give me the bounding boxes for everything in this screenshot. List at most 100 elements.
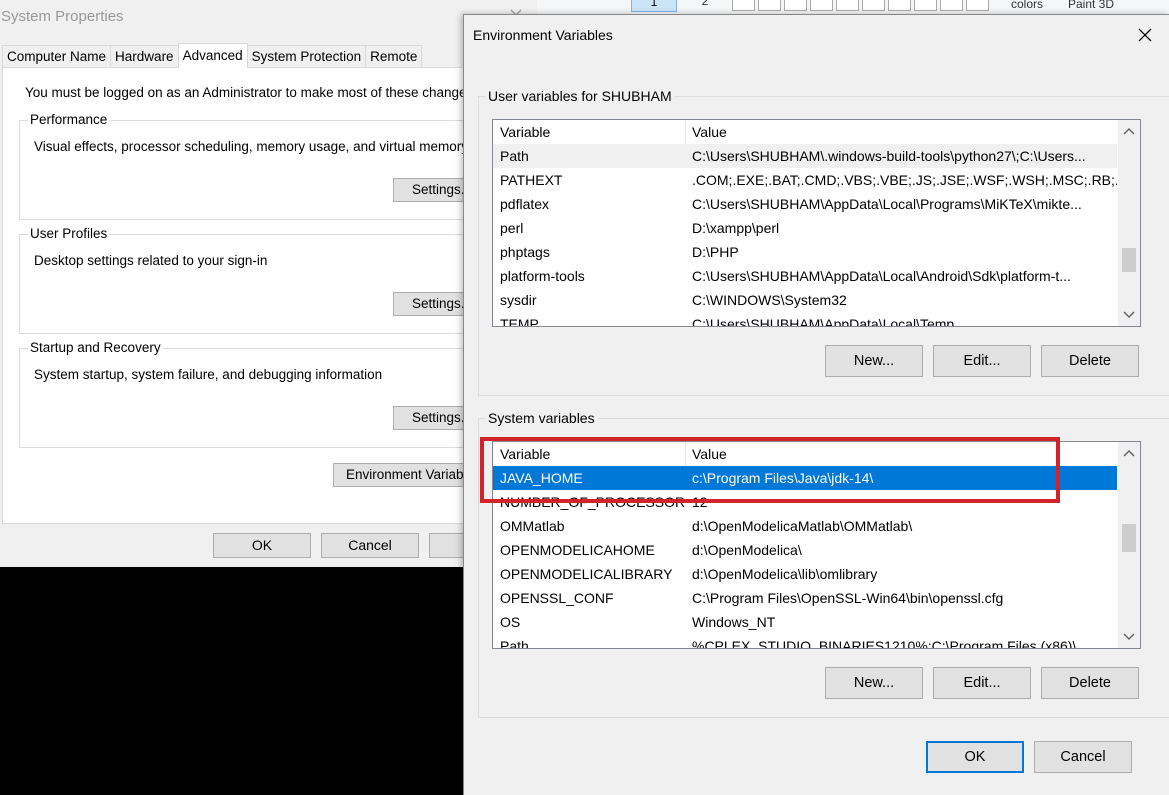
value-cell: D:\xampp\perl: [692, 220, 780, 236]
table-row[interactable]: Path C:\Users\SHUBHAM\.windows-build-tool…: [493, 144, 1117, 168]
user-variables-list[interactable]: Variable Value Path C:\Users\SHUBHAM\.win…: [492, 119, 1141, 327]
scroll-down-icon[interactable]: [1122, 629, 1136, 643]
sysprops-ok-button[interactable]: OK: [213, 533, 311, 558]
table-row[interactable]: OS Windows_NT: [493, 610, 1117, 634]
startup-recovery-title: Startup and Recovery: [28, 340, 163, 356]
color-swatch[interactable]: [940, 0, 963, 11]
color-swatch-row: [732, 0, 1002, 11]
table-row[interactable]: OPENSSL_CONF C:\Program Files\OpenSSL-Win…: [493, 586, 1117, 610]
tab-hardware[interactable]: Hardware: [110, 45, 179, 68]
column-header-variable[interactable]: Variable: [493, 442, 686, 466]
table-row[interactable]: PATHEXT .COM;.EXE;.BAT;.CMD;.VBS;.VBE;.JS…: [493, 168, 1117, 192]
color-swatch[interactable]: [862, 0, 885, 11]
table-row[interactable]: NUMBER_OF_PROCESSORS 12: [493, 490, 1117, 514]
list-header: Variable Value: [493, 442, 1117, 466]
system-variables-list[interactable]: Variable Value JAVA_HOME c:\Program Files…: [492, 441, 1141, 649]
color-swatch[interactable]: [888, 0, 911, 11]
scroll-up-icon[interactable]: [1122, 447, 1136, 461]
variable-cell: Path: [500, 638, 529, 649]
user-profiles-title: User Profiles: [28, 226, 110, 242]
table-row[interactable]: phptags D:\PHP: [493, 240, 1117, 264]
user-edit-button[interactable]: Edit...: [933, 345, 1031, 377]
user-profiles-group: User Profiles Desktop settings related t…: [19, 226, 539, 334]
color-swatch[interactable]: [732, 0, 755, 11]
scroll-thumb[interactable]: [1122, 524, 1136, 552]
table-row[interactable]: OPENMODELICAHOME d:\OpenModelica\: [493, 538, 1117, 562]
table-row[interactable]: platform-tools C:\Users\SHUBHAM\AppData\L…: [493, 264, 1117, 288]
user-delete-button[interactable]: Delete: [1041, 345, 1139, 377]
table-row[interactable]: pdflatex C:\Users\SHUBHAM\AppData\Local\P…: [493, 192, 1117, 216]
tab-remote[interactable]: Remote: [365, 45, 423, 68]
variable-cell: Path: [500, 148, 529, 164]
column-header-value[interactable]: Value: [686, 120, 1117, 144]
color-swatch[interactable]: [758, 0, 781, 11]
user-list-scrollbar[interactable]: [1118, 120, 1140, 326]
system-new-button[interactable]: New...: [825, 667, 923, 699]
color-swatch[interactable]: [836, 0, 859, 11]
color-swatch[interactable]: [914, 0, 937, 11]
variable-cell: OPENMODELICALIBRARY: [500, 566, 673, 582]
system-properties-window: System Properties Computer Name Hardware…: [0, 0, 539, 567]
scroll-thumb[interactable]: [1122, 248, 1136, 272]
variable-cell: OPENMODELICAHOME: [500, 542, 655, 558]
variable-cell: JAVA_HOME: [500, 470, 583, 486]
table-row[interactable]: OPENMODELICALIBRARY d:\OpenModelica\lib\o…: [493, 562, 1117, 586]
value-cell: d:\OpenModelica\lib\omlibrary: [692, 566, 878, 582]
system-variables-group: System variables Variable Value JAVA_HOM…: [478, 408, 1169, 718]
dialog-title: Environment Variables: [473, 27, 613, 43]
performance-group: Performance Visual effects, processor sc…: [19, 112, 539, 220]
table-row[interactable]: Path %CPLEX_STUDIO_BINARIES1210%;C:\Progr…: [493, 634, 1117, 649]
column-header-variable[interactable]: Variable: [493, 120, 686, 144]
variable-cell: OPENSSL_CONF: [500, 590, 614, 606]
system-variables-rows: JAVA_HOME c:\Program Files\Java\jdk-14\ N…: [493, 466, 1117, 649]
tab-system-protection[interactable]: System Protection: [246, 45, 367, 68]
color-swatch[interactable]: [966, 0, 989, 11]
color-swatch[interactable]: [810, 0, 833, 11]
cancel-button[interactable]: Cancel: [1034, 741, 1132, 773]
variable-cell: NUMBER_OF_PROCESSORS: [500, 494, 686, 510]
value-cell: C:\Users\SHUBHAM\AppData\Local\Programs\…: [692, 196, 1082, 212]
page-1-button[interactable]: 1: [631, 0, 677, 12]
ok-button[interactable]: OK: [926, 741, 1024, 773]
user-variables-title: User variables for SHUBHAM: [485, 86, 675, 106]
table-row[interactable]: perl D:\xampp\perl: [493, 216, 1117, 240]
system-properties-title: System Properties: [1, 8, 124, 25]
paint-3d-label[interactable]: Paint 3D: [1068, 0, 1114, 11]
table-row-selected[interactable]: JAVA_HOME c:\Program Files\Java\jdk-14\: [493, 466, 1117, 490]
startup-recovery-description: System startup, system failure, and debu…: [34, 367, 383, 382]
sysprops-cancel-button[interactable]: Cancel: [321, 533, 419, 558]
table-row[interactable]: OMMatlab d:\OpenModelicaMatlab\OMMatlab\: [493, 514, 1117, 538]
tab-computer-name[interactable]: Computer Name: [2, 45, 112, 68]
column-header-value[interactable]: Value: [686, 442, 1117, 466]
system-variables-title: System variables: [485, 408, 598, 428]
scroll-down-icon[interactable]: [1122, 307, 1136, 321]
system-edit-button[interactable]: Edit...: [933, 667, 1031, 699]
tab-advanced[interactable]: Advanced: [177, 43, 248, 68]
user-new-button[interactable]: New...: [825, 345, 923, 377]
user-variables-rows: Path C:\Users\SHUBHAM\.windows-build-tool…: [493, 144, 1117, 326]
page-2-button[interactable]: 2: [685, 0, 725, 12]
table-row[interactable]: TEMP C:\Users\SHUBHAM\AppData\Local\Temp: [493, 312, 1117, 326]
admin-message: You must be logged on as an Administrato…: [25, 85, 478, 100]
value-cell: c:\Program Files\Java\jdk-14\: [692, 470, 874, 486]
background-toolbar: 1 2 colors Paint 3D: [537, 0, 1169, 14]
system-delete-button[interactable]: Delete: [1041, 667, 1139, 699]
value-cell: d:\OpenModelicaMatlab\OMMatlab\: [692, 518, 913, 534]
user-profiles-description: Desktop settings related to your sign-in: [34, 253, 268, 268]
table-row[interactable]: sysdir C:\WINDOWS\System32: [493, 288, 1117, 312]
startup-recovery-group: Startup and Recovery System startup, sys…: [19, 340, 539, 448]
variable-cell: platform-tools: [500, 268, 585, 284]
value-cell: .COM;.EXE;.BAT;.CMD;.VBS;.VBE;.JS;.JSE;.…: [692, 172, 1117, 188]
variable-cell: perl: [500, 220, 524, 236]
value-cell: C:\WINDOWS\System32: [692, 292, 847, 308]
scroll-up-icon[interactable]: [1122, 125, 1136, 139]
variable-cell: OMMatlab: [500, 518, 565, 534]
colors-label[interactable]: colors: [1011, 0, 1043, 11]
color-swatch[interactable]: [784, 0, 807, 11]
advanced-tab-panel: You must be logged on as an Administrato…: [2, 67, 539, 524]
system-list-scrollbar[interactable]: [1118, 442, 1140, 648]
variable-cell: sysdir: [500, 292, 537, 308]
close-icon[interactable]: [1136, 26, 1154, 44]
value-cell: d:\OpenModelica\: [692, 542, 802, 558]
list-header: Variable Value: [493, 120, 1117, 144]
